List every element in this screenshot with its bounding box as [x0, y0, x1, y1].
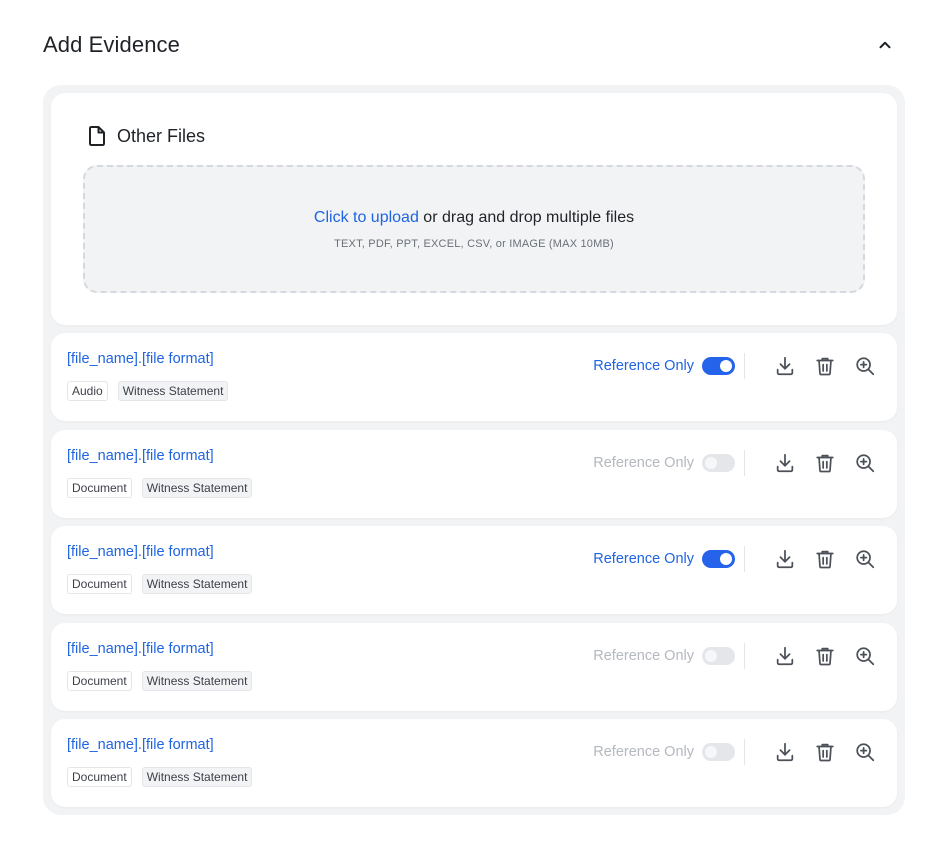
preview-button[interactable] — [853, 354, 877, 378]
upload-hint: TEXT, PDF, PPT, EXCEL, CSV, or IMAGE (MA… — [334, 237, 614, 250]
reference-only-toggle[interactable] — [702, 646, 735, 665]
toggle-knob — [705, 456, 717, 469]
trash-icon — [816, 550, 834, 569]
toggle-knob — [720, 360, 732, 372]
reference-only-toggle[interactable] — [702, 550, 735, 568]
file-tag: Audio — [67, 381, 108, 401]
file-row-actions: Reference Only — [593, 739, 877, 765]
download-icon — [776, 356, 794, 376]
file-row: [file_name].[file format] Document Witness… — [51, 719, 897, 807]
reference-only-toggle[interactable] — [702, 453, 735, 472]
reference-only-label: Reference Only — [593, 744, 694, 760]
file-name-link[interactable]: [file_name].[file format] — [67, 737, 214, 753]
evidence-panel: Other Files Click to upload or drag and … — [43, 85, 905, 815]
zoom-in-icon — [856, 357, 875, 376]
file-tag: Witness Statement — [117, 381, 229, 401]
upload-card-title: Other Files — [87, 125, 205, 147]
trash-icon — [816, 743, 834, 762]
preview-button[interactable] — [853, 451, 877, 475]
upload-dropzone[interactable]: Click to upload or drag and drop multipl… — [83, 165, 865, 293]
preview-button[interactable] — [853, 547, 877, 571]
download-icon — [776, 549, 794, 569]
preview-button[interactable] — [853, 740, 877, 764]
file-tag: Witness Statement — [141, 477, 253, 498]
download-icon — [776, 453, 794, 472]
section-title: Add Evidence — [43, 32, 180, 57]
toggle-knob — [705, 649, 717, 662]
file-tag: Document — [67, 477, 132, 498]
download-button[interactable] — [773, 451, 797, 475]
actions-divider — [744, 546, 745, 572]
upload-title: Other Files — [117, 125, 206, 146]
download-button[interactable] — [773, 740, 797, 764]
upload-drag-text: or drag and drop multiple files — [418, 208, 635, 226]
delete-button[interactable] — [813, 451, 837, 475]
reference-only-label: Reference Only — [593, 551, 694, 567]
zoom-in-icon — [856, 646, 875, 665]
reference-only-toggle[interactable] — [702, 357, 735, 375]
delete-button[interactable] — [813, 644, 837, 668]
file-tag: Witness Statement — [141, 670, 253, 691]
file-tag: Document — [67, 767, 132, 787]
actions-divider — [744, 353, 745, 379]
reference-only-label: Reference Only — [593, 358, 694, 374]
file-row-actions: Reference Only — [593, 642, 877, 669]
preview-button[interactable] — [853, 644, 877, 668]
download-icon — [776, 742, 794, 762]
file-row: [file_name].[file format] Document Witness… — [51, 526, 897, 614]
file-tags: Audio Witness Statement — [67, 381, 229, 401]
actions-divider — [744, 449, 745, 476]
file-tags: Document Witness Statement — [67, 670, 253, 691]
file-name-link[interactable]: [file_name].[file format] — [67, 641, 214, 657]
delete-button[interactable] — [813, 547, 837, 571]
reference-only-label: Reference Only — [593, 454, 694, 471]
file-tag: Document — [67, 670, 132, 691]
download-button[interactable] — [773, 547, 797, 571]
chevron-up-icon — [879, 41, 891, 49]
section-header: Add Evidence — [43, 28, 903, 62]
zoom-in-icon — [856, 743, 875, 762]
delete-button[interactable] — [813, 354, 837, 378]
file-name-link[interactable]: [file_name].[file format] — [67, 544, 214, 560]
download-button[interactable] — [773, 644, 797, 668]
file-row-actions: Reference Only — [593, 353, 877, 379]
zoom-in-icon — [856, 453, 875, 472]
file-tags: Document Witness Statement — [67, 767, 253, 787]
file-row: [file_name].[file format] Audio Witness St… — [51, 333, 897, 421]
reference-only-label: Reference Only — [593, 647, 694, 664]
file-tag: Witness Statement — [141, 574, 253, 594]
upload-card: Other Files Click to upload or drag and … — [51, 93, 897, 325]
file-tag: Witness Statement — [141, 767, 253, 787]
zoom-in-icon — [856, 550, 875, 569]
file-tags: Document Witness Statement — [67, 477, 253, 498]
trash-icon — [816, 454, 834, 472]
reference-only-toggle[interactable] — [702, 743, 735, 761]
toggle-knob — [705, 746, 717, 758]
file-row: [file_name].[file format] Document Witness… — [51, 429, 897, 518]
file-name-link[interactable]: [file_name].[file format] — [67, 351, 214, 367]
download-button[interactable] — [773, 354, 797, 378]
actions-divider — [744, 642, 745, 669]
file-row-actions: Reference Only — [593, 546, 877, 572]
file-row: [file_name].[file format] Document Witness… — [51, 622, 897, 711]
trash-icon — [816, 647, 834, 665]
file-icon — [89, 126, 105, 146]
trash-icon — [816, 357, 834, 376]
download-icon — [776, 646, 794, 665]
toggle-knob — [720, 553, 732, 565]
upload-link[interactable]: Click to upload — [314, 209, 419, 226]
upload-instructions: Click to upload or drag and drop multipl… — [314, 209, 634, 227]
actions-divider — [744, 739, 745, 765]
collapse-button[interactable] — [871, 31, 899, 59]
file-name-link[interactable]: [file_name].[file format] — [67, 448, 214, 464]
file-tags: Document Witness Statement — [67, 574, 253, 594]
delete-button[interactable] — [813, 740, 837, 764]
file-tag: Document — [67, 574, 132, 594]
file-row-actions: Reference Only — [593, 449, 877, 476]
